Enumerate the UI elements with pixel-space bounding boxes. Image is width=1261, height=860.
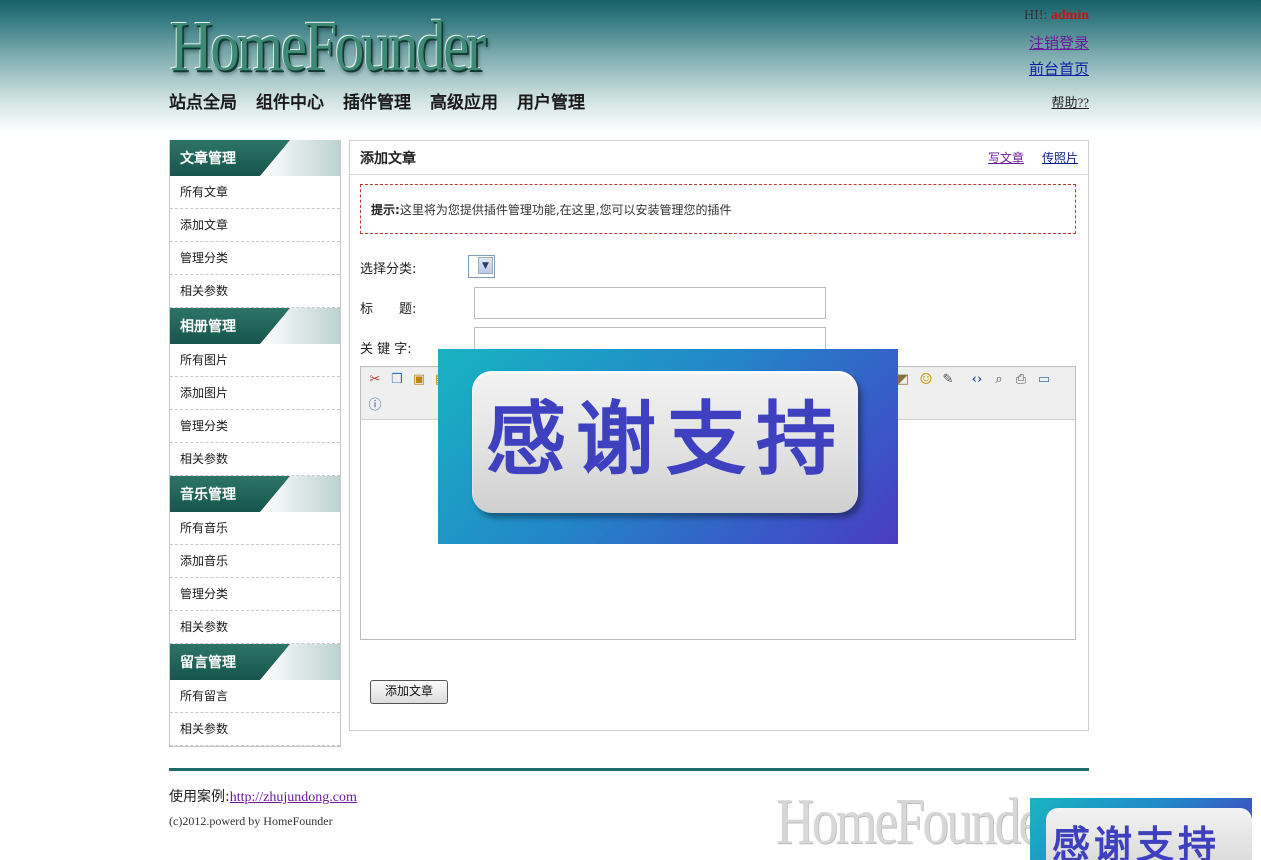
print-icon[interactable]: ⎙ bbox=[1013, 372, 1029, 388]
footer-divider bbox=[169, 768, 1089, 771]
sidebar-section-header: 文章管理 bbox=[170, 140, 340, 176]
sidebar-item-music-params[interactable]: 相关参数 bbox=[170, 611, 340, 644]
sidebar: 文章管理 所有文章 添加文章 管理分类 相关参数 相册管理 所有图片 添加图片 … bbox=[169, 140, 341, 747]
sidebar-section-title: 相册管理 bbox=[180, 319, 236, 335]
footer-case-link[interactable]: http://zhujundong.com bbox=[230, 790, 357, 805]
frontpage-link[interactable]: 前台首页 bbox=[1029, 58, 1089, 79]
keywords-label: 关 键 字: bbox=[360, 342, 412, 357]
sidebar-section-title: 音乐管理 bbox=[180, 487, 236, 503]
help-link[interactable]: 帮助?? bbox=[1051, 92, 1089, 111]
sidebar-item-all-music[interactable]: 所有音乐 bbox=[170, 512, 340, 545]
preview-icon[interactable]: ⌕ bbox=[991, 372, 1007, 388]
sidebar-item-all-articles[interactable]: 所有文章 bbox=[170, 176, 340, 209]
footer-watermark-logo: HomeFounder bbox=[776, 785, 1057, 858]
cut-icon[interactable]: ✂ bbox=[367, 372, 383, 388]
greeting-label: HI!: bbox=[1024, 8, 1048, 23]
thanks-support-overlay-small: 感谢支持 bbox=[1030, 798, 1252, 860]
nav-site-global[interactable]: 站点全局 bbox=[169, 88, 237, 113]
nav-user-management[interactable]: 用户管理 bbox=[517, 88, 585, 113]
sidebar-item-article-params[interactable]: 相关参数 bbox=[170, 275, 340, 308]
category-select[interactable]: ▼ bbox=[468, 255, 495, 278]
category-label: 选择分类: bbox=[360, 262, 417, 277]
sidebar-section-title: 留言管理 bbox=[180, 655, 236, 671]
sidebar-item-album-categories[interactable]: 管理分类 bbox=[170, 410, 340, 443]
site-logo: HomeFounder bbox=[170, 6, 486, 86]
sidebar-item-all-images[interactable]: 所有图片 bbox=[170, 344, 340, 377]
footer-case-label: 使用案例: bbox=[169, 789, 230, 805]
paste-icon[interactable]: ▣ bbox=[411, 372, 427, 388]
sidebar-item-all-messages[interactable]: 所有留言 bbox=[170, 680, 340, 713]
copy-icon[interactable]: ❐ bbox=[389, 372, 405, 388]
sidebar-section-header: 留言管理 bbox=[170, 644, 340, 680]
nav-component-center[interactable]: 组件中心 bbox=[256, 88, 324, 113]
footer-case: 使用案例:http://zhujundong.com bbox=[169, 786, 357, 806]
title-input[interactable] bbox=[474, 287, 826, 319]
source-code-icon[interactable]: ‹› bbox=[969, 372, 985, 388]
sidebar-item-music-categories[interactable]: 管理分类 bbox=[170, 578, 340, 611]
write-article-link[interactable]: 写文章 bbox=[988, 149, 1024, 166]
chevron-down-icon: ▼ bbox=[478, 257, 493, 274]
thanks-support-overlay: 感谢支持 bbox=[438, 349, 898, 544]
add-article-submit-button[interactable]: 添加文章 bbox=[370, 680, 448, 704]
nav-advanced-apps[interactable]: 高级应用 bbox=[430, 88, 498, 113]
logout-link[interactable]: 注销登录 bbox=[1029, 32, 1089, 53]
sidebar-item-message-params[interactable]: 相关参数 bbox=[170, 713, 340, 746]
sidebar-section-header: 音乐管理 bbox=[170, 476, 340, 512]
tip-label: 提示: bbox=[371, 203, 400, 217]
sidebar-section-header: 相册管理 bbox=[170, 308, 340, 344]
sidebar-item-article-categories[interactable]: 管理分类 bbox=[170, 242, 340, 275]
top-nav: 站点全局 组件中心 插件管理 高级应用 用户管理 bbox=[169, 88, 585, 113]
tip-text: 这里将为您提供插件管理功能,在这里,您可以安装管理您的插件 bbox=[399, 203, 732, 217]
nav-plugin-management[interactable]: 插件管理 bbox=[343, 88, 411, 113]
upload-photo-link[interactable]: 传照片 bbox=[1042, 149, 1078, 166]
user-greeting: HI!: admin bbox=[1024, 8, 1089, 24]
sidebar-item-album-params[interactable]: 相关参数 bbox=[170, 443, 340, 476]
sidebar-item-add-music[interactable]: 添加音乐 bbox=[170, 545, 340, 578]
smiley-icon[interactable]: ☺ bbox=[918, 371, 934, 387]
tip-box: 提示:这里将为您提供插件管理功能,在这里,您可以安装管理您的插件 bbox=[360, 184, 1076, 234]
thanks-support-text-small: 感谢支持 bbox=[1052, 823, 1221, 860]
about-info-icon[interactable]: ⓘ bbox=[367, 398, 383, 414]
panel-title: 添加文章 bbox=[360, 151, 416, 167]
title-label: 标 题: bbox=[360, 302, 417, 317]
thanks-support-text: 感谢支持 bbox=[486, 393, 846, 486]
panel-header: 添加文章 写文章 传照片 bbox=[350, 141, 1088, 175]
username: admin bbox=[1050, 8, 1089, 23]
sidebar-item-add-article[interactable]: 添加文章 bbox=[170, 209, 340, 242]
fullscreen-icon[interactable]: ▭ bbox=[1036, 372, 1052, 388]
sidebar-section-title: 文章管理 bbox=[180, 151, 236, 167]
edit-icon[interactable]: ✎ bbox=[940, 372, 956, 388]
sidebar-item-add-image[interactable]: 添加图片 bbox=[170, 377, 340, 410]
footer-copyright: (c)2012.powerd by HomeFounder bbox=[169, 814, 333, 828]
